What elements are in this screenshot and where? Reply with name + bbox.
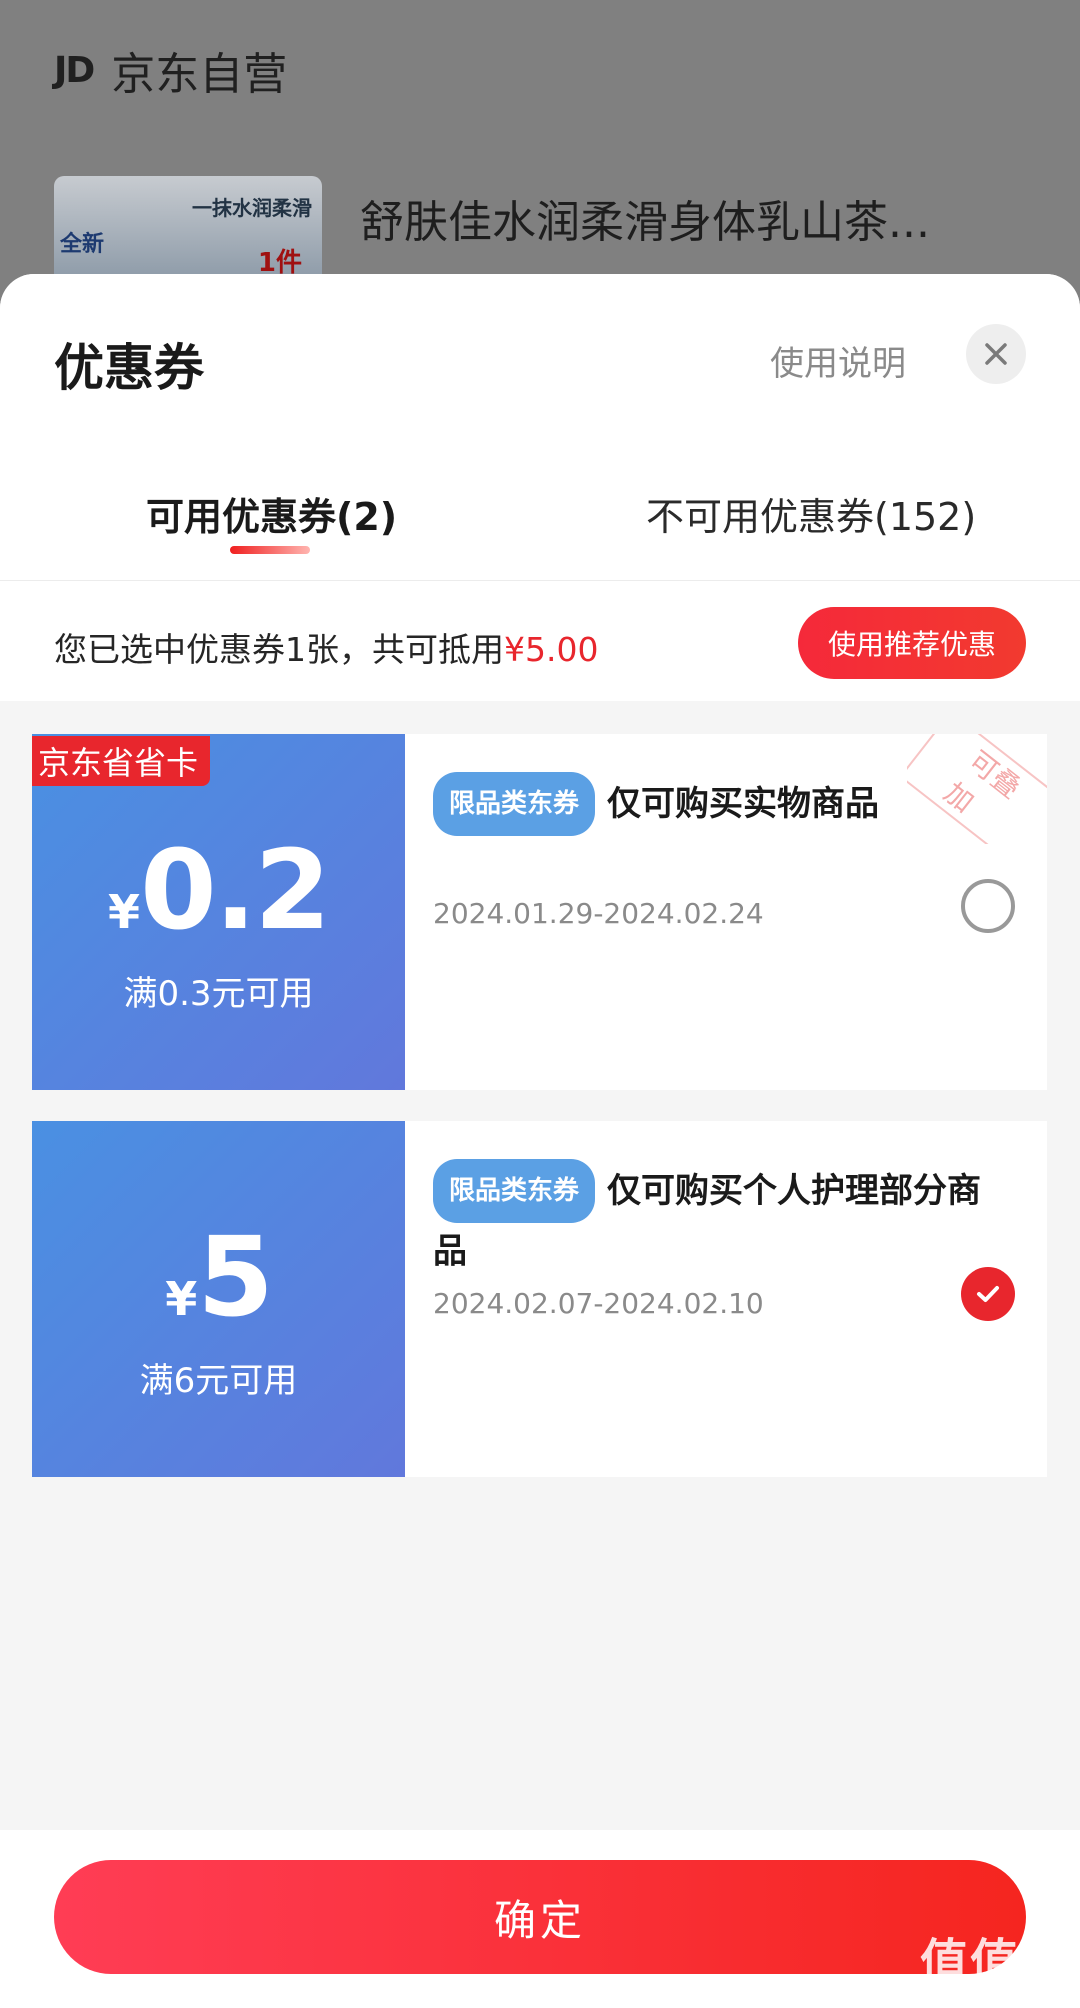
background-page: JD 京东自营 一抹水润柔滑 全新 1件 舒肤佳水润柔滑身体乳山茶... bbox=[0, 0, 1080, 300]
currency-symbol: ¥ bbox=[108, 885, 141, 939]
close-icon bbox=[985, 343, 1007, 365]
stackable-stamp: 可叠加 bbox=[907, 734, 1047, 844]
checkmark-icon bbox=[977, 1286, 999, 1302]
sheet-title: 优惠券 bbox=[54, 339, 204, 397]
watermark: 值值值 zhizhizhi.com bbox=[920, 1922, 1070, 2008]
coupon-card[interactable]: ¥5 满6元可用 限品类东券 仅可购买个人护理部分商品 2024.02.07-20… bbox=[32, 1121, 1047, 1477]
product-thumbnail: 一抹水润柔滑 全新 1件 bbox=[54, 176, 322, 286]
coupon-type-tag: 限品类东券 bbox=[433, 1159, 596, 1223]
coupon-type-tag: 限品类东券 bbox=[433, 772, 596, 836]
coupon-description: 限品类东券 仅可购买个人护理部分商品 bbox=[433, 1159, 1003, 1280]
coupon-validity: 2024.01.29-2024.02.24 bbox=[433, 897, 764, 930]
watermark-logo: 值值值 bbox=[919, 1934, 1070, 1990]
active-tab-indicator bbox=[230, 546, 310, 554]
watermark-url: zhizhizhi.com bbox=[934, 1992, 1056, 2008]
coupon-details: 限品类东券 仅可购买实物商品 2024.01.29-2024.02.24 可叠加 bbox=[405, 734, 1047, 1090]
summary-text: 您已选中优惠券1张，共可抵用¥5.00 bbox=[54, 623, 598, 671]
thumb-new: 全新 bbox=[60, 232, 105, 257]
coupon-card[interactable]: ¥0.2 满0.3元可用 京东省省卡 限品类东券 仅可购买实物商品 2024.01… bbox=[32, 734, 1047, 1090]
product-title: 舒肤佳水润柔滑身体乳山茶... bbox=[360, 197, 930, 248]
shop-row: JD 京东自营 bbox=[54, 38, 287, 102]
tab-unavailable-coupons[interactable]: 不可用优惠券(152) bbox=[646, 486, 976, 541]
coupon-select-radio[interactable] bbox=[961, 879, 1015, 933]
close-button[interactable] bbox=[966, 324, 1026, 384]
coupon-value-panel: ¥0.2 满0.3元可用 bbox=[32, 734, 405, 1090]
coupon-threshold: 满6元可用 bbox=[139, 1361, 298, 1401]
coupon-scope: 仅可购买实物商品 bbox=[607, 784, 880, 824]
shop-name: 京东自营 bbox=[111, 49, 288, 100]
confirm-button[interactable]: 确定 bbox=[54, 1860, 1026, 1974]
card-tag: 京东省省卡 bbox=[32, 736, 211, 786]
coupon-details: 限品类东券 仅可购买个人护理部分商品 2024.02.07-2024.02.10 bbox=[405, 1121, 1047, 1477]
footer-bar: 确定 bbox=[0, 1830, 1080, 2008]
coupon-amount: ¥5 bbox=[32, 1213, 405, 1341]
summary-prefix: 您已选中优惠券1张，共可抵用 bbox=[54, 630, 504, 669]
amount-value: 0.2 bbox=[140, 826, 331, 954]
usage-instructions-link[interactable]: 使用说明 bbox=[770, 336, 906, 385]
thumb-slogan: 一抹水润柔滑 bbox=[192, 196, 312, 220]
tab-available-coupons[interactable]: 可用优惠券(2) bbox=[146, 486, 397, 541]
sheet-header: 优惠券 使用说明 可用优惠券(2) 不可用优惠券(152) bbox=[0, 274, 1080, 581]
coupon-threshold: 满0.3元可用 bbox=[123, 974, 314, 1014]
currency-symbol: ¥ bbox=[165, 1272, 198, 1326]
stackable-label: 可叠加 bbox=[907, 734, 1047, 844]
summary-amount: ¥5.00 bbox=[504, 630, 599, 669]
coupon-amount: ¥0.2 bbox=[32, 826, 405, 954]
coupon-select-radio[interactable] bbox=[961, 1267, 1015, 1321]
jd-logo: JD bbox=[54, 49, 95, 91]
coupon-validity: 2024.02.07-2024.02.10 bbox=[433, 1287, 764, 1320]
coupon-value-panel: ¥5 满6元可用 bbox=[32, 1121, 405, 1477]
amount-value: 5 bbox=[197, 1213, 274, 1341]
use-recommended-button[interactable]: 使用推荐优惠 bbox=[798, 607, 1026, 679]
selection-summary: 您已选中优惠券1张，共可抵用¥5.00 使用推荐优惠 bbox=[0, 581, 1080, 701]
